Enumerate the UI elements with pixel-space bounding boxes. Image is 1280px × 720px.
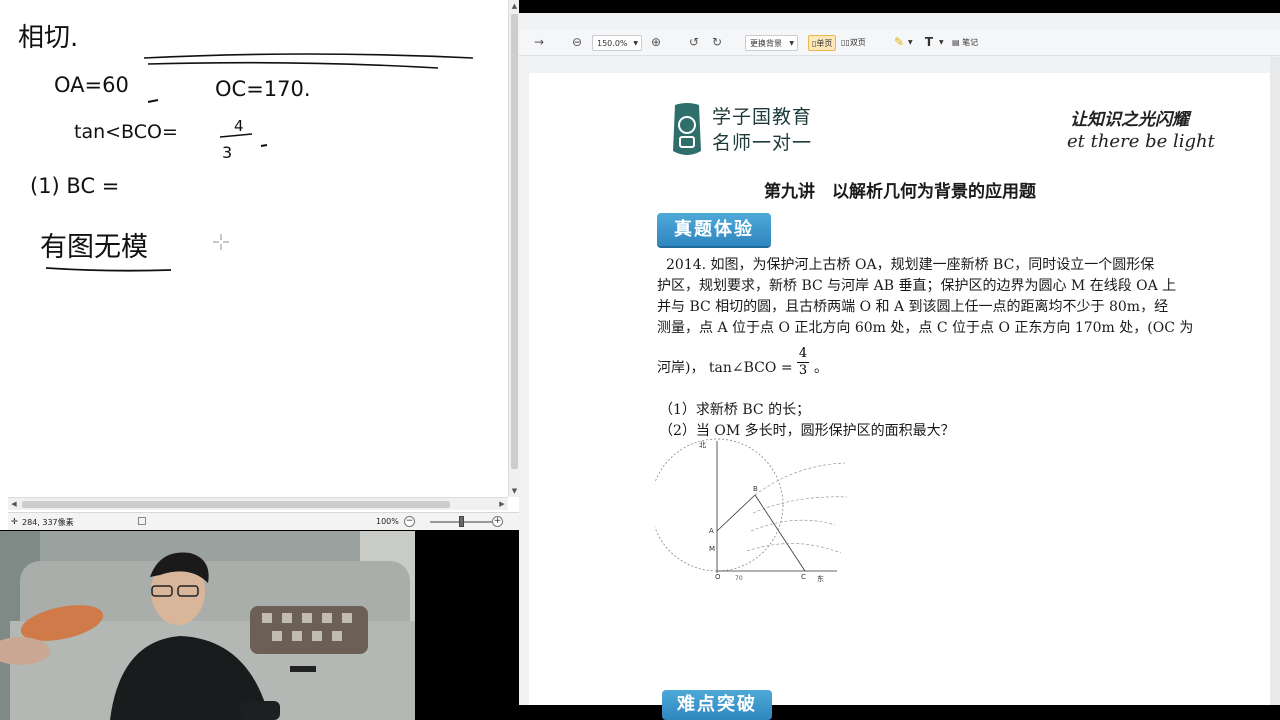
- single-page-label: 单页: [816, 39, 833, 48]
- paint-canvas[interactable]: 相切. OA=60 OC=170. tan<BCO= 4 3 (1) BC = …: [8, 0, 508, 497]
- zoom-level: 100%: [376, 517, 399, 526]
- tan-fraction: 4 3: [797, 346, 809, 379]
- logo-title: 学子国教育: [712, 106, 813, 128]
- diagram-o-label: O: [715, 573, 721, 581]
- problem-line-4: 测量，点 A 位于点 O 正北方向 60m 处，点 C 位于点 O 正东方向 1…: [657, 320, 1194, 336]
- diagram-b-label: B: [753, 485, 758, 493]
- hand-tan-num: 4: [234, 117, 244, 135]
- hand-tan: tan<BCO=: [74, 121, 178, 143]
- diagram-east-label: 东: [817, 574, 824, 583]
- hand-no-model: 有图无模: [40, 232, 148, 263]
- hand-dash-1: [147, 99, 159, 103]
- logo-subtitle: 名师一对一: [712, 132, 813, 154]
- change-background-select[interactable]: 更换背景 ▼: [745, 35, 798, 51]
- zoom-select[interactable]: 150.0% ▼: [592, 35, 642, 51]
- reader-right-gutter: [1270, 57, 1280, 705]
- problem-line-1: 2014. 如图，为保护河上古桥 OA，规划建一座新桥 BC，同时设立一个圆形保: [666, 257, 1155, 273]
- pdf-page[interactable]: 学子国教育 名师一对一 让知识之光闪耀 et there be light 第九…: [529, 73, 1280, 720]
- screen: 相切. OA=60 OC=170. tan<BCO= 4 3 (1) BC = …: [0, 0, 1280, 720]
- zoom-out-icon[interactable]: ⊖: [569, 34, 585, 50]
- zoom-in-icon[interactable]: ⊕: [648, 34, 664, 50]
- zoom-select-value: 150.0%: [597, 39, 628, 48]
- chevron-down-icon[interactable]: ▼: [939, 35, 944, 51]
- problem-line-3: 并与 BC 相切的圆，且古桥两端 O 和 A 到该圆上任一点的距离均不少于 80…: [657, 299, 1169, 315]
- diagram-a-label: A: [709, 527, 714, 535]
- vertical-scroll-thumb[interactable]: [511, 14, 518, 469]
- change-background-label: 更换背景: [750, 39, 782, 48]
- problem-line-5: 河岸)， tan∠BCO =: [657, 360, 793, 376]
- notes-button[interactable]: ▤ 笔记: [952, 35, 978, 51]
- rotate-left-icon[interactable]: ↺: [686, 34, 702, 50]
- geometry-diagram: 北 东 O A M B C 70: [655, 438, 848, 583]
- tan-numerator: 4: [798, 346, 808, 361]
- slogan-chinese: 让知识之光闪耀: [1070, 110, 1189, 130]
- single-page-button[interactable]: ▯单页: [808, 35, 837, 51]
- hand-dash-2: [260, 144, 268, 147]
- notes-icon: ▤: [952, 38, 960, 47]
- problem-line-2: 护区，规划要求，新桥 BC 与河岸 AB 垂直；保护区的边界为圆心 M 在线段 …: [657, 278, 1177, 294]
- zoom-out-button[interactable]: −: [404, 516, 415, 527]
- horizontal-scrollbar[interactable]: ◀ ▶: [8, 497, 508, 510]
- handwriting-layer: 相切. OA=60 OC=170. tan<BCO= 4 3 (1) BC = …: [18, 23, 474, 272]
- chevron-down-icon: ▼: [789, 40, 794, 47]
- question-1: （1）求新桥 BC 的长；: [659, 402, 811, 418]
- vertical-scrollbar[interactable]: ▲ ▼: [508, 0, 519, 497]
- webcam-feed: [0, 531, 415, 720]
- diagram-c-label: C: [801, 573, 806, 581]
- hand-underline-bottom: [45, 267, 172, 272]
- chevron-down-icon: ▼: [633, 40, 638, 47]
- problem-line-end: 。: [814, 360, 828, 376]
- slogan-english: et there be light: [1067, 131, 1215, 152]
- zoom-slider-thumb[interactable]: [459, 516, 464, 527]
- selection-size-icon: [138, 517, 146, 525]
- hand-oc: OC=170.: [215, 77, 311, 101]
- double-page-icon: ▯▯: [841, 38, 850, 47]
- scroll-right-arrow-icon[interactable]: ▶: [496, 498, 508, 511]
- hand-line-tangent: 相切.: [18, 23, 78, 53]
- hand-underline-top-1: [143, 53, 474, 59]
- paint-window: 相切. OA=60 OC=170. tan<BCO= 4 3 (1) BC = …: [0, 0, 519, 530]
- zoom-in-button[interactable]: +: [492, 516, 503, 527]
- notes-label: 笔记: [962, 38, 979, 47]
- hand-oa: OA=60: [54, 73, 129, 97]
- double-page-label: 双页: [849, 38, 866, 47]
- horizontal-scroll-thumb[interactable]: [22, 501, 450, 508]
- hand-underline-top-2: [147, 61, 439, 69]
- hand-tan-den: 3: [222, 143, 232, 162]
- double-page-button[interactable]: ▯▯双页: [841, 35, 866, 51]
- highlighter-icon[interactable]: ✎: [891, 34, 907, 50]
- webcam-image: [0, 531, 415, 720]
- diagram-scale-label: 70: [735, 575, 743, 582]
- cursor-coordinates: 284, 337像素: [22, 518, 74, 527]
- reader-toolbar: → ⊖ 150.0% ▼ ⊕ ↺ ↻ 更换背景 ▼ ▯单页 ▯▯双页 ✎ ▼ T…: [519, 30, 1280, 56]
- tan-denominator: 3: [798, 363, 808, 378]
- chevron-down-icon[interactable]: ▼: [908, 35, 913, 51]
- diagram-m-label: M: [709, 545, 715, 553]
- cursor-position-icon: ✛: [11, 517, 18, 526]
- rotate-right-icon[interactable]: ↻: [709, 34, 725, 50]
- pdf-reader-window: → ⊖ 150.0% ▼ ⊕ ↺ ↻ 更换背景 ▼ ▯单页 ▯▯双页 ✎ ▼ T…: [519, 13, 1280, 720]
- lecture-title: 第九讲 以解析几何为背景的应用题: [764, 182, 1036, 202]
- hand-bc: (1) BC =: [30, 174, 119, 198]
- section-badge-difficulty: 难点突破: [662, 690, 772, 720]
- scroll-up-arrow-icon[interactable]: ▲: [509, 0, 520, 12]
- school-logo-icon: [673, 103, 701, 155]
- text-tool-icon[interactable]: T: [921, 34, 937, 50]
- forward-arrow-icon[interactable]: →: [531, 34, 547, 50]
- paint-statusbar: ✛ 284, 337像素 100% − +: [8, 512, 519, 530]
- section-badge: 真题体验: [657, 213, 771, 246]
- scroll-left-arrow-icon[interactable]: ◀: [8, 498, 20, 511]
- diagram-north-label: 北: [699, 441, 706, 449]
- crosshair-cursor-icon: [213, 234, 229, 250]
